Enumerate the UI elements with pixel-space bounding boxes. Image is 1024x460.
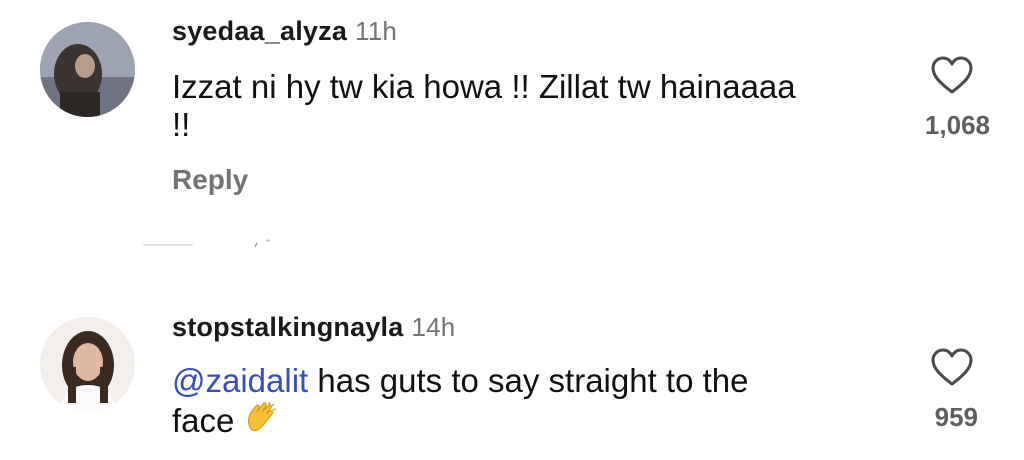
avatar[interactable] bbox=[40, 22, 135, 117]
avatar-image bbox=[40, 317, 135, 412]
heart-outline-icon bbox=[931, 348, 973, 386]
username-text[interactable]: stopstalkingnayla bbox=[172, 312, 403, 342]
divider-mark bbox=[254, 239, 271, 248]
divider bbox=[143, 244, 193, 246]
like-count: 959 bbox=[934, 402, 978, 432]
like-button[interactable] bbox=[930, 348, 974, 388]
like-button[interactable] bbox=[930, 56, 974, 96]
comment-item: stopstalkingnayla 14h @zaidalit has guts … bbox=[0, 300, 1024, 460]
heart-outline-icon bbox=[931, 56, 973, 94]
comment-item: syedaa_alyza 11h Izzat ni hy tw kia howa … bbox=[0, 0, 1024, 230]
comment-username[interactable]: syedaa_alyza 11h bbox=[172, 16, 397, 47]
like-count: 1,068 bbox=[924, 110, 990, 140]
reply-button[interactable]: Reply bbox=[172, 164, 248, 196]
comment-time: 11h bbox=[355, 16, 398, 46]
avatar-image bbox=[40, 22, 135, 117]
comment-text: @zaidalit has guts to say straight to th… bbox=[172, 362, 812, 444]
comment-text: Izzat ni hy tw kia howa !! Zillat tw hai… bbox=[172, 68, 796, 143]
avatar[interactable] bbox=[40, 317, 135, 412]
username-text[interactable]: syedaa_alyza bbox=[172, 16, 347, 46]
comment-username[interactable]: stopstalkingnayla 14h bbox=[172, 312, 455, 343]
mention-link[interactable]: @zaidalit bbox=[172, 362, 308, 399]
comment-time: 14h bbox=[411, 312, 456, 342]
clapping-hands-icon bbox=[244, 400, 280, 444]
